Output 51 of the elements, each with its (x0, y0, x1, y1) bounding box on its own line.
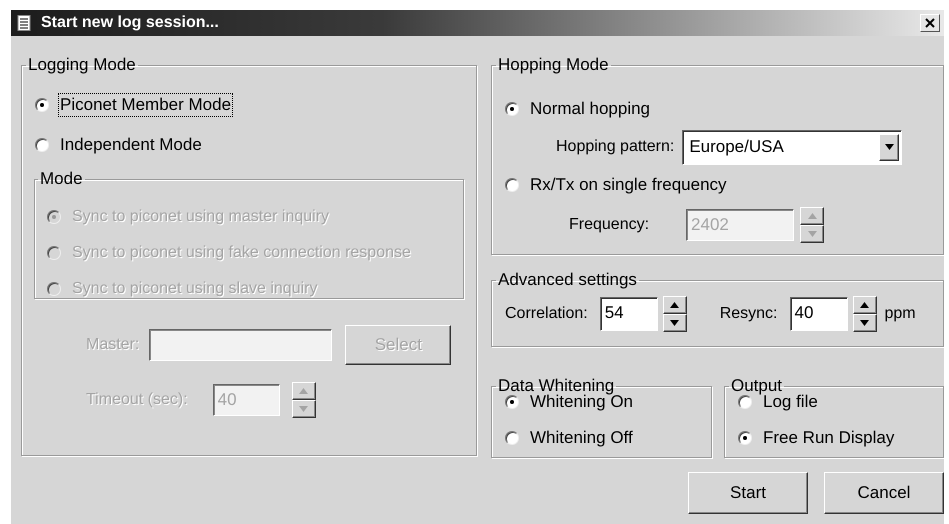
spin-down-button[interactable] (292, 400, 316, 418)
radio-label[interactable]: Independent Mode (59, 134, 203, 156)
down-arrow-icon (299, 406, 308, 412)
dialog-button[interactable]: Start (688, 472, 808, 514)
input-field[interactable]: 40 (790, 297, 848, 331)
spin-up-button[interactable] (800, 207, 824, 225)
spin-up-button[interactable] (292, 382, 316, 400)
down-arrow-icon (860, 320, 869, 326)
field-label: Frequency: (569, 216, 650, 234)
field-label: Correlation: (505, 305, 588, 323)
dialog-button[interactable]: Cancel (824, 472, 944, 514)
down-arrow-icon (884, 144, 894, 150)
spin-down-button[interactable] (852, 314, 876, 332)
radio-button[interactable] (505, 431, 519, 445)
radio-button[interactable] (505, 102, 519, 116)
group-title: Data Whitening (497, 376, 616, 395)
up-arrow-icon (670, 302, 680, 308)
radio-label[interactable]: Piconet Member Mode (59, 94, 232, 116)
close-icon (925, 18, 935, 28)
group-title: Hopping Mode (497, 55, 610, 75)
window-title: Start new log session... (41, 14, 220, 32)
radio-label[interactable]: Rx/Tx on single frequency (529, 174, 728, 196)
spin-up-button[interactable] (852, 296, 876, 314)
list-icon (17, 15, 31, 31)
radio-button[interactable] (505, 395, 519, 409)
radio-button[interactable] (35, 138, 49, 152)
spin-down-button[interactable] (662, 314, 687, 332)
spin-down-button[interactable] (800, 225, 824, 243)
radio-button[interactable] (738, 431, 752, 445)
group-title: Mode (39, 169, 84, 189)
close-button[interactable] (920, 14, 940, 32)
radio-button[interactable] (738, 395, 752, 409)
field-label: Resync: (720, 305, 778, 323)
group-title: Advanced settings (497, 270, 638, 290)
spin-up-button[interactable] (662, 296, 687, 314)
field-label: Hopping pattern: (556, 138, 674, 156)
group-title: Logging Mode (27, 55, 137, 75)
radio-button[interactable] (35, 98, 49, 112)
dropdown[interactable]: Europe/USA (682, 130, 902, 164)
radio-label[interactable]: Whitening Off (529, 427, 634, 449)
up-arrow-icon (299, 388, 308, 394)
input-field[interactable]: 54 (600, 297, 658, 331)
up-arrow-icon (808, 213, 817, 219)
dropdown-button[interactable] (879, 134, 900, 160)
radio-button[interactable] (505, 178, 519, 192)
up-arrow-icon (860, 302, 869, 308)
down-arrow-icon (808, 231, 817, 237)
down-arrow-icon (670, 320, 680, 326)
radio-label[interactable]: Normal hopping (529, 98, 652, 120)
unit-label: ppm (884, 305, 916, 323)
radio-label[interactable]: Free Run Display (762, 427, 896, 449)
